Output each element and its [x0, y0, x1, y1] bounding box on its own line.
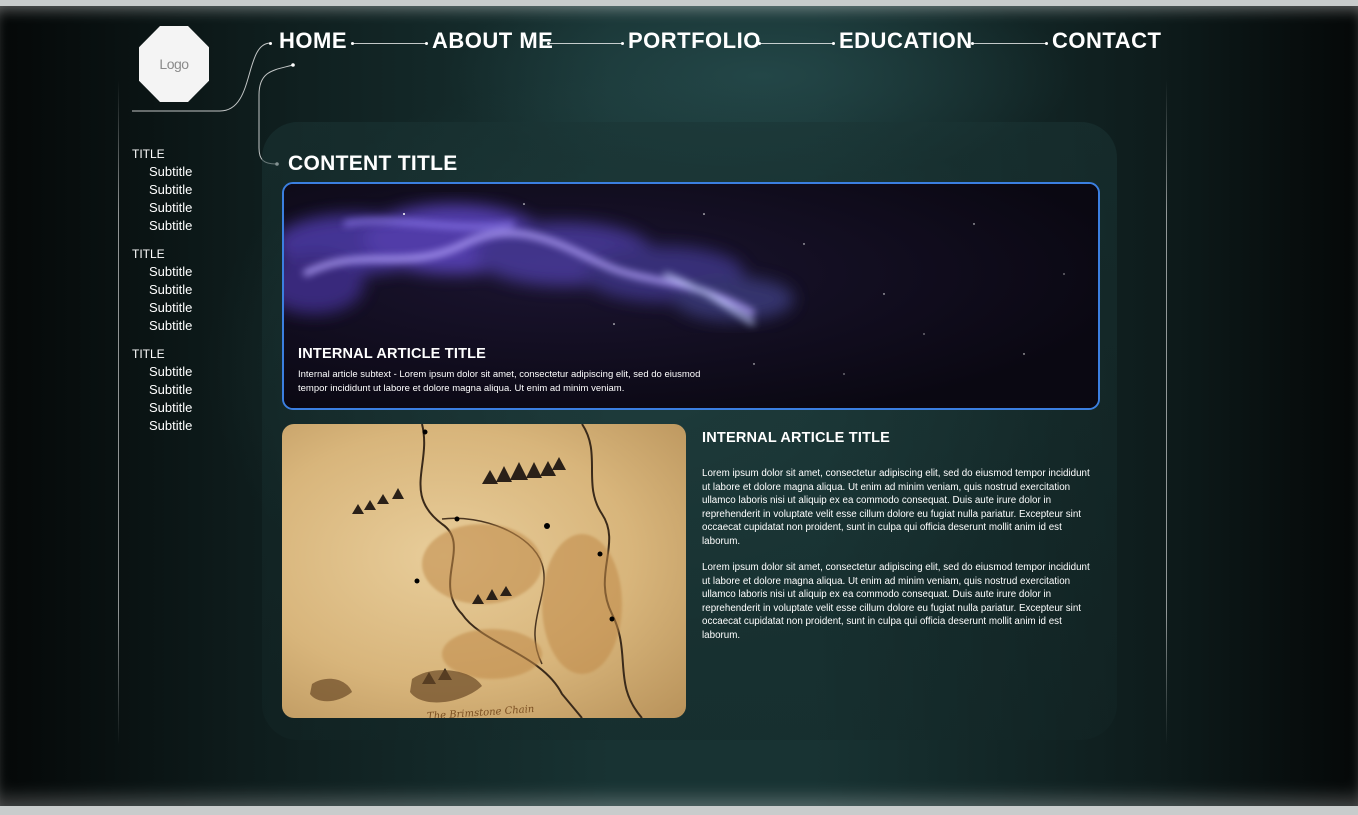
- sidebar-group-title[interactable]: TITLE: [132, 346, 192, 363]
- nav-dot: [758, 42, 761, 45]
- sidebar-subtitle-link[interactable]: Subtitle: [132, 181, 192, 199]
- nav-connector: [972, 43, 1046, 44]
- right-divider-line: [1166, 80, 1167, 745]
- article-title: INTERNAL ARTICLE TITLE: [702, 430, 891, 446]
- sidebar-subtitle-link[interactable]: Subtitle: [132, 263, 192, 281]
- sidebar-group-title[interactable]: TITLE: [132, 246, 192, 263]
- sidebar-group-title[interactable]: TITLE: [132, 146, 192, 163]
- nav-dot: [1045, 42, 1048, 45]
- map-drawing: The Brimstone Chain: [310, 424, 643, 718]
- featured-article-title: INTERNAL ARTICLE TITLE: [298, 346, 487, 362]
- sidebar: TITLE Subtitle Subtitle Subtitle Subtitl…: [132, 146, 192, 446]
- nav-dot: [832, 42, 835, 45]
- logo[interactable]: Logo: [139, 26, 209, 102]
- left-divider-line: [118, 80, 119, 745]
- nav-dot: [971, 42, 974, 45]
- sidebar-subtitle-link[interactable]: Subtitle: [132, 317, 192, 335]
- nav-education[interactable]: EDUCATION: [839, 28, 973, 54]
- sidebar-group: TITLE Subtitle Subtitle Subtitle Subtitl…: [132, 246, 192, 335]
- fantasy-map-image[interactable]: The Brimstone Chain: [282, 424, 686, 718]
- sidebar-subtitle-link[interactable]: Subtitle: [132, 217, 192, 235]
- article-paragraph: Lorem ipsum dolor sit amet, consectetur …: [702, 562, 1090, 641]
- sidebar-subtitle-link[interactable]: Subtitle: [132, 163, 192, 181]
- logo-label: Logo: [159, 56, 189, 72]
- nav-contact[interactable]: CONTACT: [1052, 28, 1161, 54]
- nav-connector: [548, 43, 622, 44]
- sidebar-subtitle-link[interactable]: Subtitle: [132, 199, 192, 217]
- sidebar-subtitle-link[interactable]: Subtitle: [132, 363, 192, 381]
- sidebar-subtitle-link[interactable]: Subtitle: [132, 381, 192, 399]
- nav-portfolio[interactable]: PORTFOLIO: [628, 28, 761, 54]
- sidebar-subtitle-link[interactable]: Subtitle: [132, 417, 192, 435]
- nav-about-me[interactable]: ABOUT ME: [432, 28, 553, 54]
- nav-connector: [352, 43, 427, 44]
- nav-home[interactable]: HOME: [279, 28, 347, 54]
- featured-article-card[interactable]: INTERNAL ARTICLE TITLE Internal article …: [282, 182, 1100, 410]
- map-label: The Brimstone Chain: [427, 704, 535, 718]
- content-title: CONTENT TITLE: [288, 152, 458, 175]
- sidebar-subtitle-link[interactable]: Subtitle: [132, 399, 192, 417]
- nav-dot: [351, 42, 354, 45]
- nav-connector: [759, 43, 833, 44]
- article-paragraph: Lorem ipsum dolor sit amet, consectetur …: [702, 468, 1090, 547]
- sidebar-group: TITLE Subtitle Subtitle Subtitle Subtitl…: [132, 346, 192, 435]
- sidebar-group: TITLE Subtitle Subtitle Subtitle Subtitl…: [132, 146, 192, 235]
- sidebar-subtitle-link[interactable]: Subtitle: [132, 281, 192, 299]
- nav-dot: [621, 42, 624, 45]
- nav-dot: [547, 42, 550, 45]
- nav-dot: [425, 42, 428, 45]
- nav-dot: [269, 42, 272, 45]
- featured-article-subtext: Internal article subtext - Lorem ipsum d…: [298, 369, 701, 394]
- sidebar-subtitle-link[interactable]: Subtitle: [132, 299, 192, 317]
